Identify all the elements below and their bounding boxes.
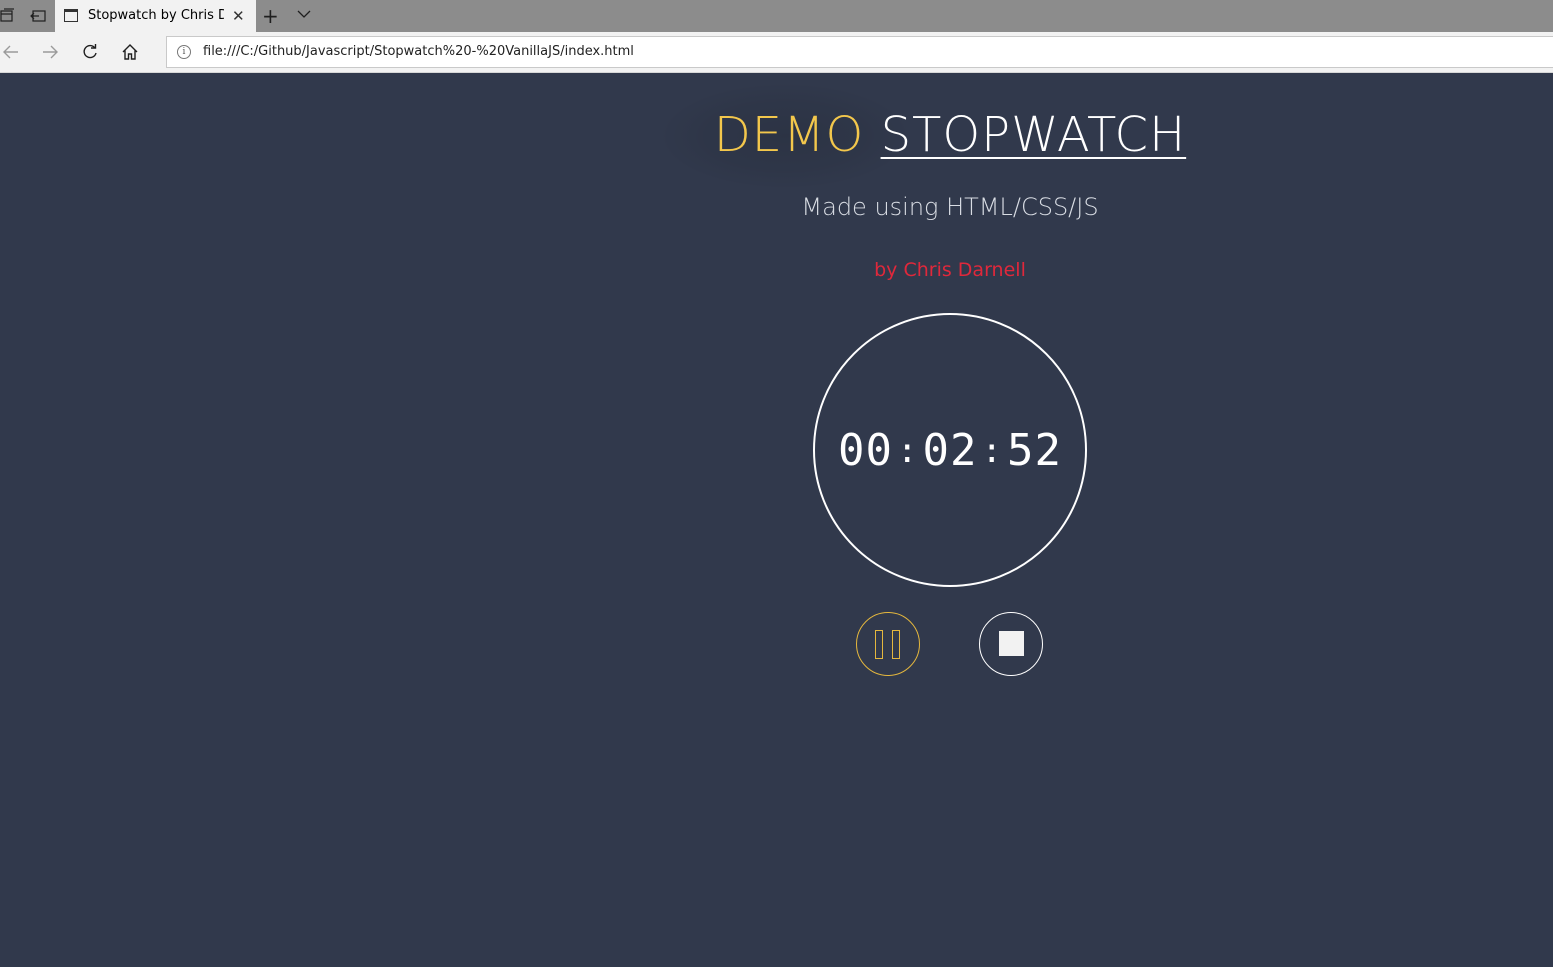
set-tabs-aside-icon[interactable] [30, 8, 46, 24]
chevron-down-icon[interactable] [296, 6, 312, 26]
title-stopwatch-link[interactable]: STOPWATCH [881, 107, 1187, 163]
tab-title: Stopwatch by Chris Darnell [88, 8, 224, 23]
pause-button[interactable] [856, 612, 920, 676]
stop-icon [999, 631, 1024, 656]
timer-separator: : [897, 431, 919, 471]
forward-icon[interactable] [39, 41, 61, 63]
new-tab-icon[interactable]: + [262, 4, 279, 28]
timer-minutes: 02 [922, 425, 978, 476]
url-text[interactable]: file:///C:/Github/Javascript/Stopwatch%2… [203, 44, 634, 59]
author-credit: by Chris Darnell [874, 259, 1026, 281]
back-icon[interactable] [0, 41, 22, 63]
info-icon[interactable]: i [177, 45, 191, 59]
active-tab[interactable]: Stopwatch by Chris Darnell ✕ [55, 0, 256, 32]
title-demo: DEMO [713, 107, 865, 163]
url-field[interactable]: i file:///C:/Github/Javascript/Stopwatch… [166, 36, 1553, 68]
page-title: DEMO STOPWATCH [0, 107, 1553, 163]
timer-hours: 00 [838, 425, 894, 476]
stopwatch-dial: 00:02:52 [813, 313, 1087, 587]
timer-separator: : [981, 431, 1003, 471]
stop-button[interactable] [979, 612, 1043, 676]
timer-display: 00:02:52 [815, 425, 1085, 476]
close-tab-icon[interactable]: ✕ [232, 7, 245, 25]
timer-seconds: 52 [1006, 425, 1062, 476]
page-icon [64, 9, 78, 22]
tab-bar: Stopwatch by Chris Darnell ✕ + [0, 0, 1553, 32]
subtitle: Made using HTML/CSS/JS [801, 193, 1099, 221]
address-bar: i file:///C:/Github/Javascript/Stopwatch… [0, 32, 1553, 73]
tab-actions-icon[interactable] [0, 8, 16, 24]
stopwatch-page: DEMO STOPWATCH Made using HTML/CSS/JS by… [0, 73, 1553, 967]
home-icon[interactable] [119, 41, 141, 63]
refresh-icon[interactable] [79, 41, 101, 63]
